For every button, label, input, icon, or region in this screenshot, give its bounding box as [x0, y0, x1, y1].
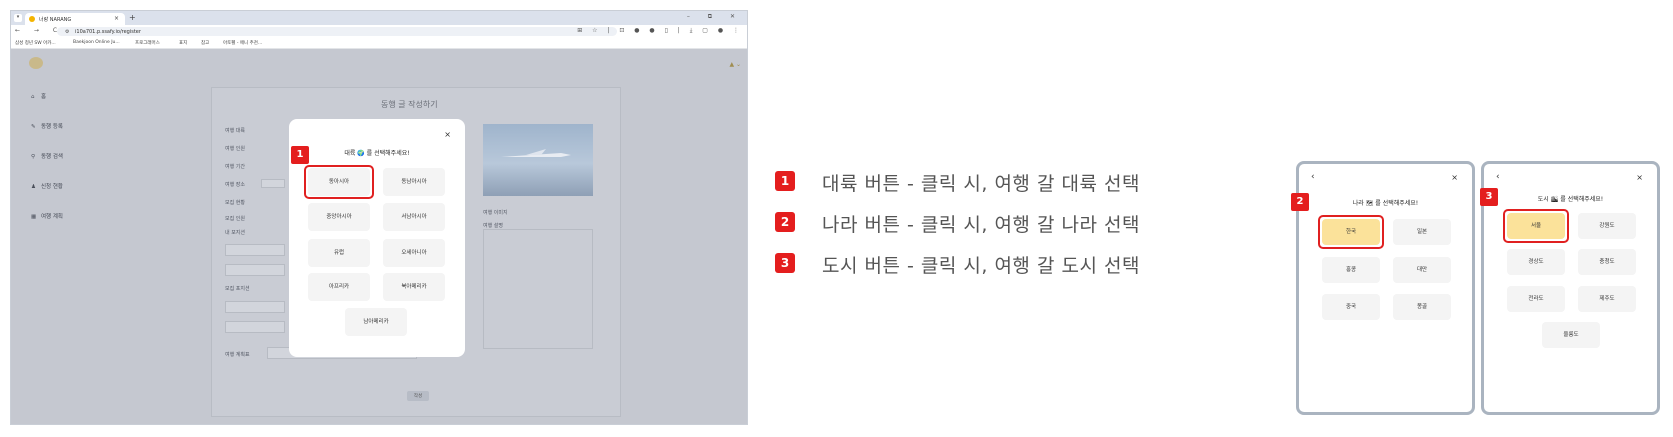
submit-button[interactable]: 작성 — [407, 391, 429, 401]
highlight-box — [304, 165, 374, 199]
highlight-box — [1503, 209, 1569, 243]
city-button[interactable]: 제주도 — [1578, 286, 1636, 312]
step-badge: 1 — [291, 146, 309, 164]
legend-badge: 2 — [775, 212, 795, 232]
modal-title: 대륙 🌍 를 선택해주세요! — [344, 150, 410, 157]
form-label: 모집 포지션 — [225, 286, 250, 292]
home-icon: ⌂ — [31, 94, 35, 100]
url-text: i10a701.p.ssafy.io/register — [75, 29, 141, 35]
modal-title: 도시 🏙 를 선택해주세요! — [1537, 196, 1604, 203]
continent-button[interactable]: 오세아니아 — [383, 239, 445, 267]
modal-title: 나라 🗺 를 선택해주세요! — [1352, 200, 1419, 207]
sidebar-item-search[interactable]: ⚲ 동행 검색 — [31, 152, 63, 160]
airplane-icon — [501, 149, 571, 157]
calendar-icon: ▦ — [31, 214, 37, 220]
legend-badge: 3 — [775, 253, 795, 273]
step-badge: 2 — [1291, 193, 1309, 211]
tab-title: 너랑 NARANG — [39, 17, 72, 23]
tab-close-icon[interactable]: × — [114, 15, 119, 22]
continent-button[interactable]: 남아메리카 — [345, 308, 407, 336]
bookmark-item[interactable]: 아토펠 - 애니 추천... — [223, 40, 262, 46]
bookmark-item[interactable]: 참고 — [201, 40, 209, 46]
extension-icons[interactable]: ⊞ ☆ | ⊡ ● ● ▯ | ⤓ ▢ ● ⋮ — [577, 27, 743, 35]
sidebar-item-status[interactable]: ♟ 신청 현황 — [31, 182, 63, 190]
legend-text: 도시 버튼 - 클릭 시, 여행 갈 도시 선택 — [822, 255, 1140, 277]
legend-badge: 1 — [775, 171, 795, 191]
description-textarea[interactable] — [483, 229, 593, 349]
city-button[interactable]: 충청도 — [1578, 249, 1636, 275]
highlight-box — [1318, 215, 1384, 249]
form-label: 내 포지션 — [225, 230, 245, 236]
continent-button[interactable]: 동남아시아 — [383, 168, 445, 196]
close-icon[interactable]: × — [1636, 173, 1643, 182]
browser-tab[interactable]: 너랑 NARANG × — [25, 13, 125, 25]
country-button[interactable]: 홍콩 — [1322, 257, 1380, 283]
bookmark-item[interactable]: 삼성 청년 SW 아카... — [15, 40, 56, 46]
address-bar[interactable]: ⚙ i10a701.p.ssafy.io/register — [57, 27, 617, 36]
back-icon[interactable]: ‹ — [1496, 172, 1500, 182]
position-row[interactable] — [225, 301, 285, 313]
browser-window: ▾ 너랑 NARANG × + – ⧉ ✕ ← → C ⚙ i10a701.p.… — [10, 10, 748, 425]
user-menu[interactable]: ▲ ⌄ — [729, 61, 741, 68]
form-label: 여행 계획표 — [225, 352, 250, 358]
page-title: 동행 글 작성하기 — [381, 100, 438, 109]
continent-button[interactable]: 서남아시아 — [383, 203, 445, 231]
new-tab-button[interactable]: + — [129, 13, 136, 22]
position-row[interactable] — [225, 244, 285, 256]
form-label: 여행 기간 — [225, 164, 245, 170]
sidebar-item-register[interactable]: ✎ 동행 등록 — [31, 122, 63, 130]
back-icon[interactable]: ‹ — [1311, 172, 1315, 182]
bookmark-item[interactable]: 프로그래머스 — [135, 40, 160, 46]
country-button[interactable]: 대만 — [1393, 257, 1451, 283]
place-input[interactable] — [261, 179, 285, 188]
continent-button[interactable]: 중앙아시아 — [308, 203, 370, 231]
legend-text: 나라 버튼 - 클릭 시, 여행 갈 나라 선택 — [822, 214, 1140, 236]
sidebar-item-home[interactable]: ⌂ 홈 — [31, 92, 46, 100]
continent-modal: × 대륙 🌍 를 선택해주세요! 동아시아 동남아시아 중앙아시아 서남아시아 … — [289, 119, 465, 357]
tab-strip: ▾ 너랑 NARANG × + – ⧉ ✕ — [11, 11, 747, 25]
city-button[interactable]: 울릉도 — [1542, 322, 1600, 348]
city-modal: ‹ × 도시 🏙 를 선택해주세요! 서울 강원도 경상도 충청도 전라도 제주… — [1481, 161, 1660, 415]
country-modal: ‹ × 나라 🗺 를 선택해주세요! 한국 일본 홍콩 대만 중국 몽골 — [1296, 161, 1475, 415]
form-label: 여행 대륙 — [225, 128, 245, 134]
position-row[interactable] — [225, 264, 285, 276]
city-button[interactable]: 경상도 — [1507, 249, 1565, 275]
close-icon[interactable]: × — [444, 130, 451, 139]
app-logo[interactable] — [29, 57, 43, 69]
form-label: 여행 장소 — [225, 182, 245, 188]
pencil-icon: ✎ — [31, 124, 36, 130]
person-icon: ♟ — [31, 184, 36, 190]
form-label: 모집 인원 — [225, 216, 245, 222]
window-controls[interactable]: – ⧉ ✕ — [687, 13, 743, 21]
form-label: 모집 현황 — [225, 200, 245, 206]
form-label: 여행 인원 — [225, 146, 245, 152]
step-badge: 3 — [1480, 188, 1498, 206]
continent-button[interactable]: 북아메리카 — [383, 273, 445, 301]
site-info-icon[interactable]: ⚙ — [65, 29, 69, 35]
city-button[interactable]: 전라도 — [1507, 286, 1565, 312]
nav-buttons[interactable]: ← → C — [15, 27, 63, 34]
sidebar-item-plan[interactable]: ▦ 여행 계획 — [31, 212, 63, 220]
continent-button[interactable]: 아프리카 — [308, 273, 370, 301]
tab-list-icon[interactable]: ▾ — [14, 14, 22, 22]
bookmarks-bar: 삼성 청년 SW 아카... Baekjoon Online Ju... 프로그… — [11, 38, 747, 49]
photo-caption: 여행 이미지 — [483, 210, 508, 216]
browser-toolbar: ← → C ⚙ i10a701.p.ssafy.io/register ⊞ ☆ … — [11, 25, 747, 38]
favicon-icon — [29, 16, 35, 22]
photo-desc-label: 여행 설명 — [483, 223, 503, 229]
country-button[interactable]: 일본 — [1393, 219, 1451, 245]
position-row[interactable] — [225, 321, 285, 333]
continent-button[interactable]: 유럽 — [308, 239, 370, 267]
legend-text: 대륙 버튼 - 클릭 시, 여행 갈 대륙 선택 — [822, 173, 1140, 195]
close-icon[interactable]: × — [1451, 173, 1458, 182]
country-button[interactable]: 몽골 — [1393, 294, 1451, 320]
search-icon: ⚲ — [31, 154, 36, 160]
city-button[interactable]: 강원도 — [1578, 213, 1636, 239]
country-button[interactable]: 중국 — [1322, 294, 1380, 320]
bookmark-item[interactable]: Baekjoon Online Ju... — [73, 40, 120, 45]
bookmark-item[interactable]: 표지 — [179, 40, 187, 46]
